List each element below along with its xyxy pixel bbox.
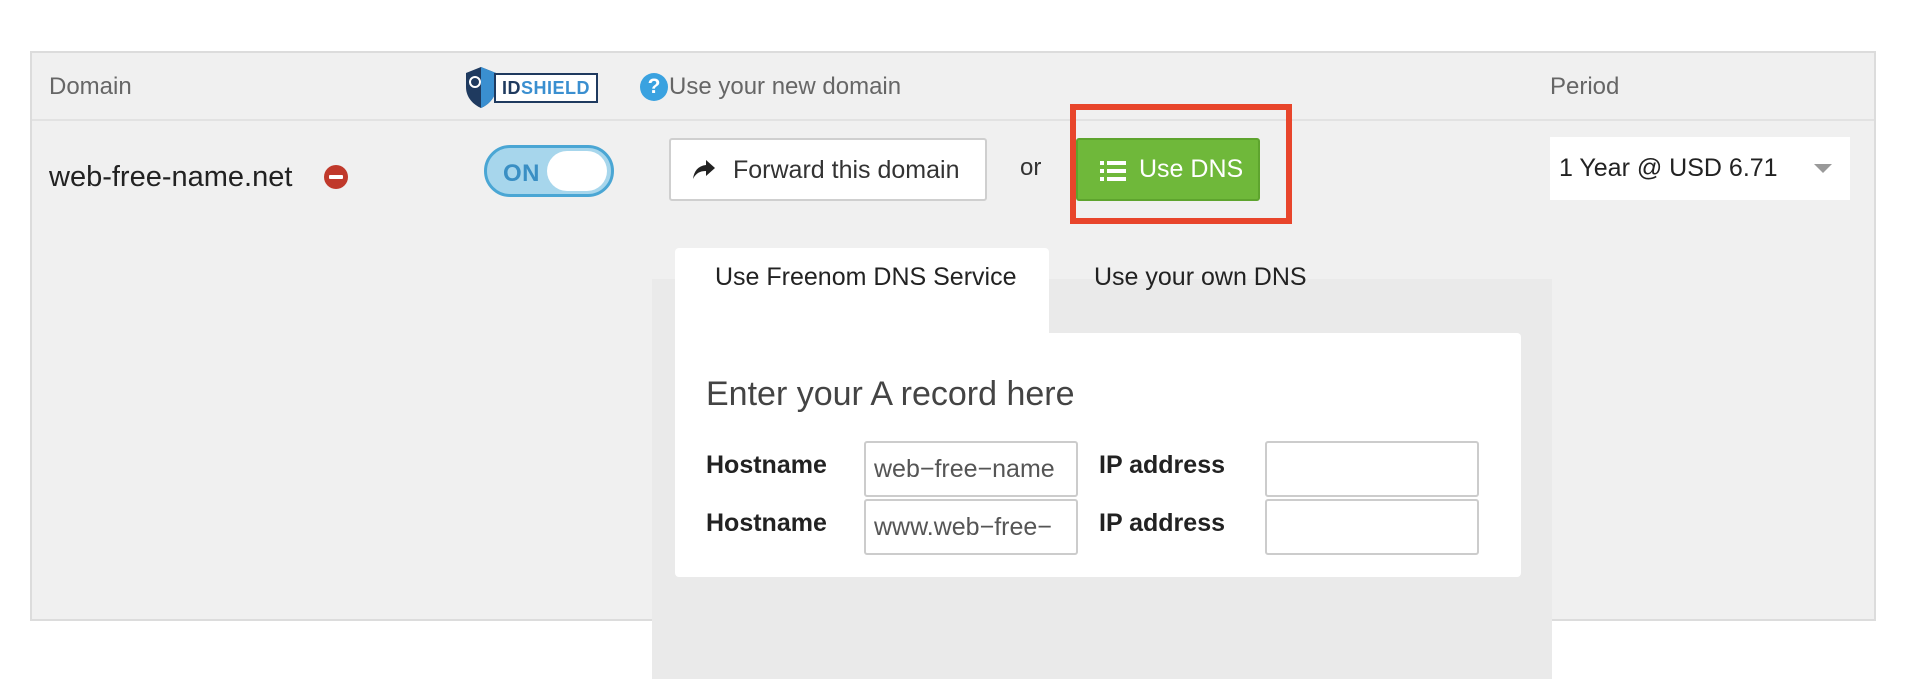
idshield-toggle[interactable]: ON xyxy=(484,145,614,197)
or-separator: or xyxy=(1020,154,1042,181)
idshield-logo: IDSHIELD xyxy=(464,65,634,108)
ip-address-label: IP address xyxy=(1099,451,1226,479)
ip-address-label: IP address xyxy=(1099,509,1226,537)
idshield-wordmark: IDSHIELD xyxy=(494,73,599,103)
tab-label: Use Freenom DNS Service xyxy=(715,263,1017,291)
table-header: Domain IDSHIELD ? Use your new domain Pe… xyxy=(32,53,1874,121)
question-circle-icon[interactable]: ? xyxy=(640,73,668,101)
highlight-box xyxy=(1070,104,1292,224)
hostname-label: Hostname xyxy=(706,451,827,479)
period-column-header: Period xyxy=(1550,73,1620,100)
toggle-label: ON xyxy=(503,160,540,187)
shield-icon xyxy=(466,67,496,108)
domain-table: Domain IDSHIELD ? Use your new domain Pe… xyxy=(30,51,1876,679)
forward-button-label: Forward this domain xyxy=(733,156,960,184)
toggle-knob xyxy=(547,151,607,191)
period-selected-value: 1 Year @ USD 6.71 xyxy=(1559,154,1778,182)
a-record-form: Enter your A record here Hostname IP add… xyxy=(675,333,1521,577)
share-arrow-icon xyxy=(693,160,715,179)
domain-column-header: Domain xyxy=(49,73,132,100)
use-domain-column-header: Use your new domain xyxy=(669,73,902,100)
hostname-label: Hostname xyxy=(706,509,827,537)
forward-domain-button[interactable]: Forward this domain xyxy=(669,138,987,201)
tab-own-dns[interactable]: Use your own DNS xyxy=(1094,263,1307,292)
period-select[interactable]: 1 Year @ USD 6.71 xyxy=(1550,137,1850,200)
tab-freenom-dns[interactable]: Use Freenom DNS Service xyxy=(675,248,1049,334)
hostname-input[interactable] xyxy=(864,441,1078,497)
a-record-title: Enter your A record here xyxy=(706,375,1075,413)
caret-down-icon xyxy=(1814,164,1832,173)
hostname-input[interactable] xyxy=(864,499,1078,555)
ip-address-input[interactable] xyxy=(1265,499,1479,555)
domain-row: web-free-name.net ON Forward this domain… xyxy=(32,104,1874,679)
minus-circle-icon[interactable] xyxy=(324,165,348,189)
ip-address-input[interactable] xyxy=(1265,441,1479,497)
domain-name: web-free-name.net xyxy=(49,161,293,193)
